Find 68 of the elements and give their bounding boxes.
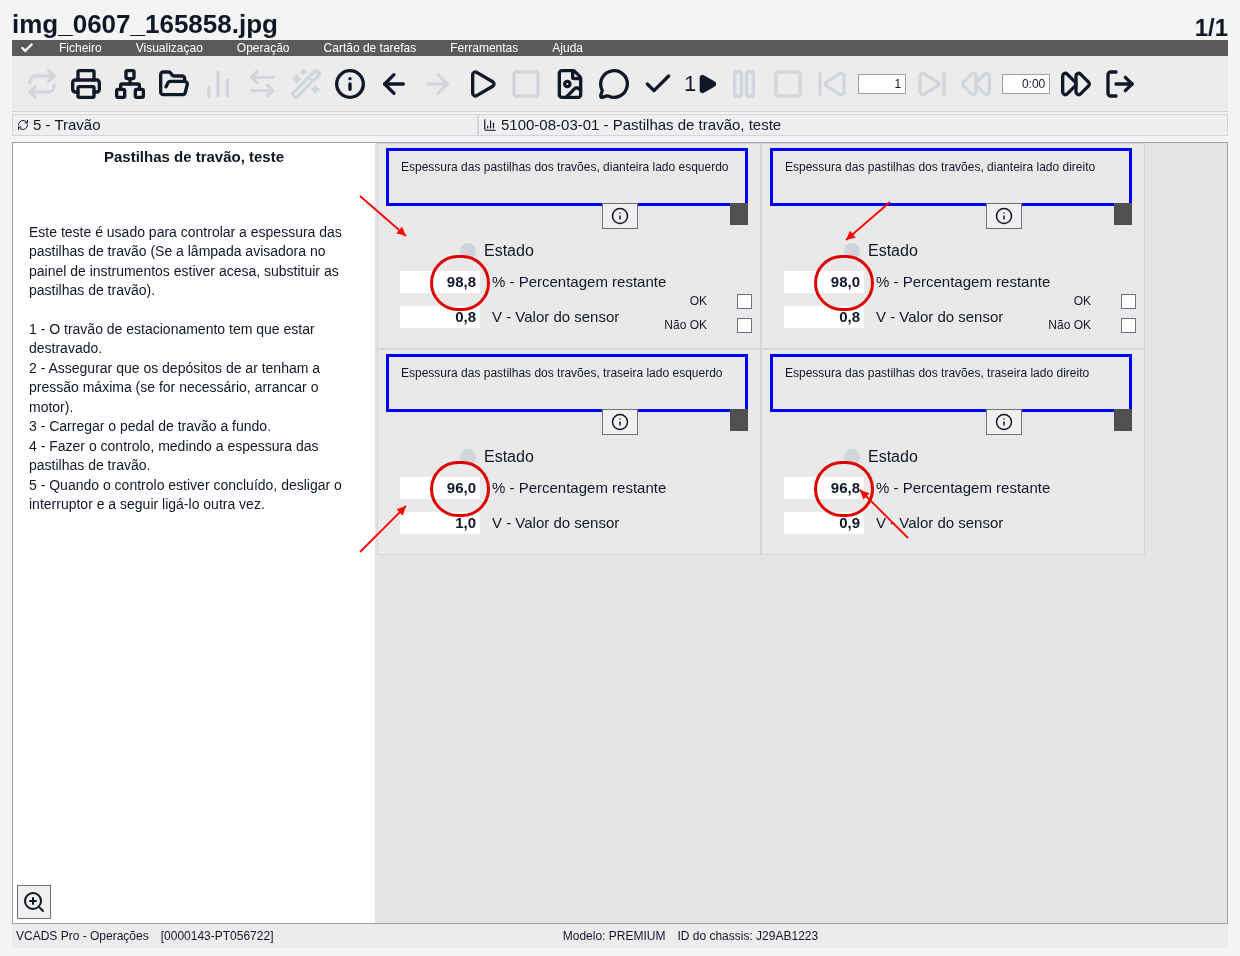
status-indicator [730, 203, 748, 225]
sensor-label: V - Valor do sensor [876, 512, 1004, 533]
percent-value: 96,0 [400, 477, 480, 500]
status-model: Modelo: PREMIUM [562, 928, 666, 945]
percent-label: % - Percentagem restante [492, 478, 667, 498]
menu-item[interactable]: Ferramentas [433, 42, 536, 54]
percent-value: 98,0 [784, 271, 864, 294]
instruction-text: Este teste é usado para controlar a espessura das pastilhas de travão (Se a lâmpada avisadora no painel de instrumentos estiver acesa, substituir as pastilhas de travão). [29, 222, 343, 300]
menu-item[interactable]: Visualizaçao [118, 42, 220, 54]
sensor-label: V - Valor do sensor [876, 306, 1004, 327]
page-number: 1/1 [1194, 16, 1228, 40]
menu-item[interactable]: Cartão de tarefas [306, 42, 434, 54]
status-indicator [1114, 409, 1132, 431]
file-name: img_0607_165858.jpg [12, 7, 278, 40]
status-label: Estado [484, 447, 534, 467]
number-field[interactable]: 0:00 [1002, 73, 1051, 94]
check-label: OK [689, 293, 707, 310]
status-app: VCADS Pro - Operações [16, 928, 149, 945]
info-bubble-icon[interactable] [986, 203, 1022, 229]
zoom-in-icon [22, 890, 46, 914]
checkbox[interactable] [1121, 293, 1136, 309]
status-label: Estado [868, 241, 918, 261]
status-label: Estado [484, 241, 534, 261]
percent-value: 96,8 [784, 477, 864, 500]
sensor-value: 0,8 [784, 305, 864, 328]
menu-item[interactable]: Operação [219, 42, 307, 54]
menu-item[interactable]: Ajuda [535, 42, 600, 54]
status-order: [0000143-PT056722] [160, 928, 275, 945]
status-label: Estado [868, 447, 918, 467]
info-bubble-icon[interactable] [602, 203, 638, 229]
instruction-text: 5 - Quando o controlo estiver concluído, desligar o interruptor e a seguir ligá-lo outra vez. [29, 475, 343, 514]
number-field[interactable]: 1 [858, 73, 907, 94]
percent-label: % - Percentagem restante [492, 272, 667, 292]
checkbox[interactable] [737, 293, 752, 309]
status-indicator [1114, 203, 1132, 225]
check-label: Não OK [1048, 317, 1091, 334]
instruction-text: 4 - Fazer o controlo, medindo a espessura das pastilhas de travão. [29, 436, 320, 475]
sensor-label: V - Valor do sensor [492, 306, 620, 327]
status-chassis: ID do chassis: J29AB1223 [677, 928, 819, 945]
sensor-value: 1,0 [400, 511, 480, 534]
instruction-text: 3 - Carregar o pedal de travão a fundo. [29, 417, 273, 436]
sensor-label: V - Valor do sensor [492, 512, 620, 533]
percent-label: % - Percentagem restante [876, 478, 1051, 498]
check-label: Não OK [664, 317, 707, 334]
status-indicator [730, 409, 748, 431]
refresh-icon [17, 119, 29, 131]
menu-item[interactable]: Ficheiro [42, 42, 119, 54]
group-label: 5 - Travão [33, 114, 101, 135]
measurement-title: Espessura das pastilhas dos travões, dianteira lado direito [770, 148, 1132, 206]
info-bubble-icon[interactable] [986, 409, 1022, 435]
info-bubble-icon[interactable] [602, 409, 638, 435]
sensor-value: 0,8 [400, 305, 480, 328]
measurement-title: Espessura das pastilhas dos travões, traseira lado esquerdo [386, 354, 748, 412]
measurement-title: Espessura das pastilhas dos travões, dianteira lado esquerdo [386, 148, 748, 206]
instruction-text: 1 - O travão de estacionamento tem que estar destravado. [29, 319, 316, 358]
percent-label: % - Percentagem restante [876, 272, 1051, 292]
chart-icon [483, 118, 497, 132]
checkbox[interactable] [737, 317, 752, 333]
operation-label: 5100-08-03-01 - Pastilhas de travão, teste [501, 114, 782, 135]
instruction-text: 2 - Assegurar que os depósitos de ar tenham a pressão máxima (se for necessário, arrancar o motor). [29, 358, 322, 417]
instructions-title: Pastilhas de travão, teste [102, 147, 286, 167]
step-button[interactable]: 1 [680, 63, 723, 104]
check-label: OK [1073, 293, 1091, 310]
measurement-title: Espessura das pastilhas dos travões, traseira lado direito [770, 354, 1132, 412]
zoom-in-button[interactable] [17, 885, 51, 919]
checkbox[interactable] [1121, 317, 1136, 333]
percent-value: 98,8 [400, 271, 480, 294]
sensor-value: 0,9 [784, 511, 864, 534]
